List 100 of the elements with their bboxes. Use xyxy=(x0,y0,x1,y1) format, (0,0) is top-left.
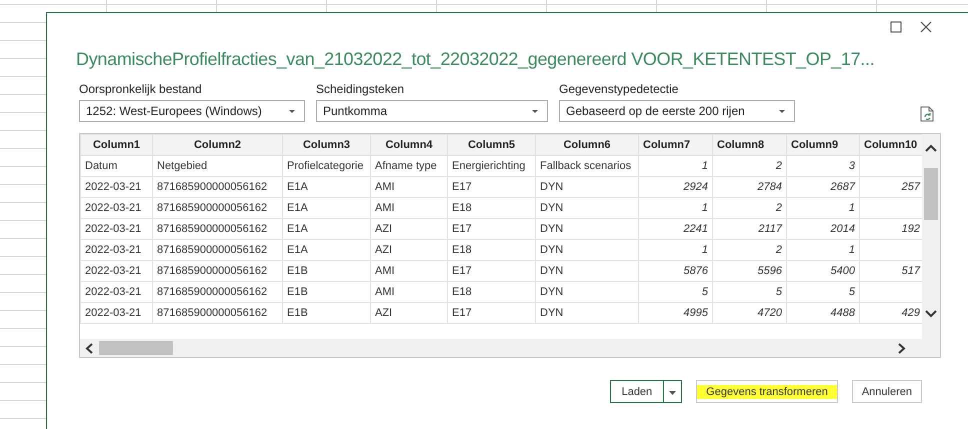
table-cell: 2022-03-21 xyxy=(80,218,152,240)
dropdown[interactable]: Puntkomma xyxy=(316,100,548,122)
scroll-right-icon[interactable] xyxy=(898,343,906,354)
table-cell: E17 xyxy=(448,302,536,324)
vertical-scrollbar[interactable] xyxy=(922,134,940,339)
table-cell: 2022-03-21 xyxy=(80,302,152,324)
column-header[interactable]: Column6 xyxy=(536,134,638,156)
table-cell: DYN xyxy=(536,198,638,218)
table-cell: 2022-03-21 xyxy=(80,260,152,282)
table-cell: 2784 xyxy=(712,176,786,198)
table-cell: E18 xyxy=(448,198,536,218)
table-cell: 871685900000056162 xyxy=(152,302,282,324)
table-cell: 2014 xyxy=(786,218,860,240)
column-header[interactable]: Column2 xyxy=(152,134,282,156)
table-cell: 5876 xyxy=(638,260,712,282)
table-cell: 4720 xyxy=(712,302,786,324)
table-cell: DYN xyxy=(536,176,638,198)
table-cell: DYN xyxy=(536,260,638,282)
table-cell: 2687 xyxy=(786,176,860,198)
table-cell: E1A xyxy=(282,240,370,260)
table-cell: DYN xyxy=(536,282,638,302)
table-cell: AMI xyxy=(370,198,448,218)
table-cell: 1 xyxy=(786,198,860,218)
dropdown[interactable]: Gebaseerd op de eerste 200 rijen xyxy=(559,100,795,122)
table-cell: 4995 xyxy=(638,302,712,324)
table-cell: Fallback scenarios xyxy=(536,156,638,176)
table-cell: E18 xyxy=(448,282,536,302)
table-cell: Afname type xyxy=(370,156,448,176)
table-cell: E17 xyxy=(448,176,536,198)
table-cell: Energierichting xyxy=(448,156,536,176)
table-cell: 2022-03-21 xyxy=(80,240,152,260)
table-cell: AZI xyxy=(370,218,448,240)
dropdown[interactable]: 1252: West-Europees (Windows) xyxy=(79,100,305,122)
table-cell: 2117 xyxy=(712,218,786,240)
table-cell: 871685900000056162 xyxy=(152,198,282,218)
table-cell: 4488 xyxy=(786,302,860,324)
scroll-thumb[interactable] xyxy=(924,168,938,220)
scroll-down-icon[interactable] xyxy=(925,310,937,318)
table-cell: 2924 xyxy=(638,176,712,198)
caret-icon xyxy=(288,108,296,114)
table-cell: DYN xyxy=(536,302,638,324)
column-header[interactable]: Column5 xyxy=(448,134,536,156)
table-cell: 1 xyxy=(638,198,712,218)
table-cell: 1 xyxy=(786,240,860,260)
field-label: Gegevenstypedetectie xyxy=(559,82,680,96)
table-cell: AZI xyxy=(370,240,448,260)
close-icon[interactable] xyxy=(920,21,932,33)
caret-icon xyxy=(778,108,786,114)
table-cell: 2 xyxy=(712,240,786,260)
dialog-title: DynamischeProfielfracties_van_21032022_tot_22032022_gegenereerd VOOR_KETENTEST_OP_17... xyxy=(76,49,876,70)
table-cell: E17 xyxy=(448,260,536,282)
table-cell: 2 xyxy=(712,156,786,176)
dialog-button[interactable]: Gegevens transformeren xyxy=(696,380,838,403)
table-cell: 2241 xyxy=(638,218,712,240)
table-cell: AMI xyxy=(370,260,448,282)
table-cell: 2022-03-21 xyxy=(80,176,152,198)
column-header[interactable]: Column8 xyxy=(712,134,786,156)
table-cell: 5596 xyxy=(712,260,786,282)
column-header[interactable]: Column7 xyxy=(638,134,712,156)
scroll-up-icon[interactable] xyxy=(925,144,937,152)
table-cell: E18 xyxy=(448,240,536,260)
table-cell: 871685900000056162 xyxy=(152,218,282,240)
table-cell: E1A xyxy=(282,176,370,198)
table-cell: 871685900000056162 xyxy=(152,240,282,260)
table-cell: DYN xyxy=(536,218,638,240)
table-cell: AMI xyxy=(370,176,448,198)
dialog-button[interactable]: Annuleren xyxy=(852,380,922,403)
column-header[interactable]: Column4 xyxy=(370,134,448,156)
table-cell: Profielcategorie xyxy=(282,156,370,176)
table-cell: E1B xyxy=(282,302,370,324)
scroll-left-icon[interactable] xyxy=(85,343,93,354)
scroll-thumb[interactable] xyxy=(99,341,173,355)
horizontal-scrollbar[interactable] xyxy=(80,339,940,357)
table-cell: Netgebied xyxy=(152,156,282,176)
table-cell: AZI xyxy=(370,302,448,324)
table-cell: E1A xyxy=(282,198,370,218)
table-cell: 5 xyxy=(712,282,786,302)
table-cell: Datum xyxy=(80,156,152,176)
column-header[interactable]: Column9 xyxy=(786,134,860,156)
table-cell: 5 xyxy=(786,282,860,302)
table-cell: E17 xyxy=(448,218,536,240)
refresh-file-icon[interactable] xyxy=(920,106,934,122)
table-cell: 2022-03-21 xyxy=(80,282,152,302)
table-cell: 1 xyxy=(638,156,712,176)
maximize-icon[interactable] xyxy=(890,21,902,33)
table-cell: 871685900000056162 xyxy=(152,260,282,282)
table-cell: 2022-03-21 xyxy=(80,198,152,218)
column-header[interactable]: Column1 xyxy=(80,134,152,156)
caret-icon xyxy=(531,108,539,114)
table-cell: 5400 xyxy=(786,260,860,282)
table-cell: 871685900000056162 xyxy=(152,176,282,198)
column-header[interactable]: Column10 xyxy=(860,134,924,156)
table-cell: AMI xyxy=(370,282,448,302)
table-cell: 1 xyxy=(638,240,712,260)
field-label: Scheidingsteken xyxy=(316,82,406,96)
table-cell: 3 xyxy=(786,156,860,176)
table-cell: 871685900000056162 xyxy=(152,282,282,302)
table-cell: DYN xyxy=(536,240,638,260)
table-cell: E1A xyxy=(282,218,370,240)
column-header[interactable]: Column3 xyxy=(282,134,370,156)
